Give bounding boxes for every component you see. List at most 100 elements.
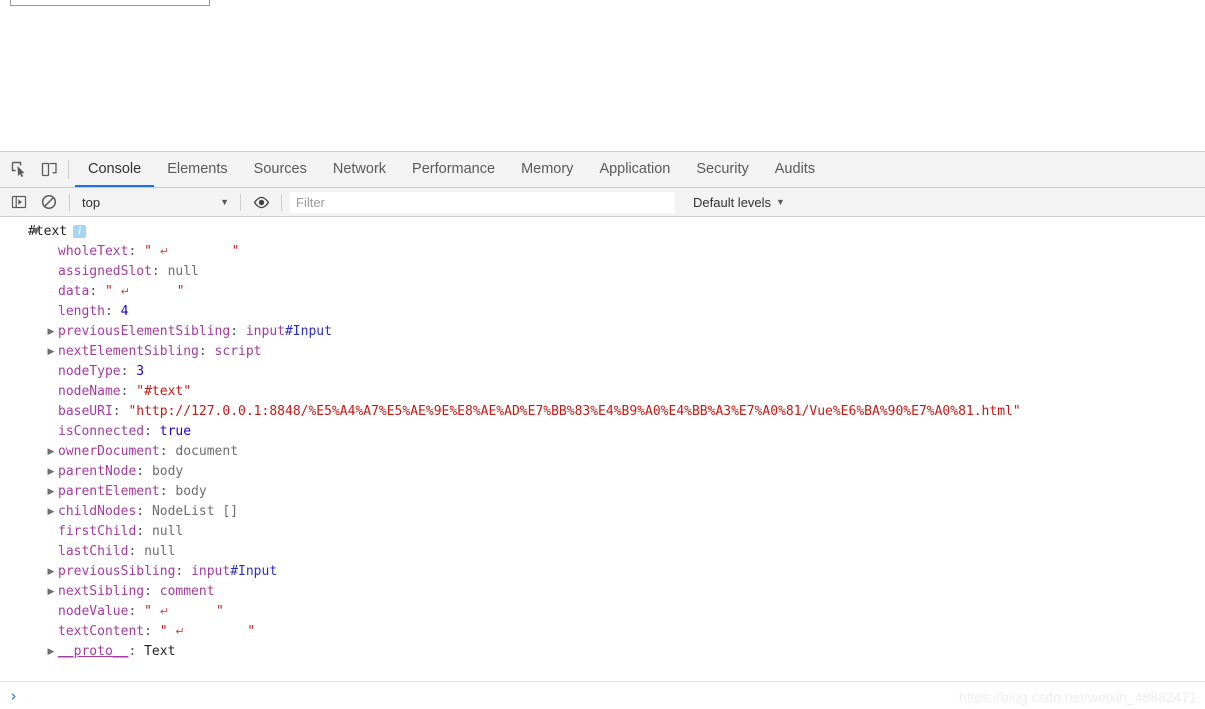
property-key: nextElementSibling [58, 344, 199, 359]
page-text-input[interactable] [10, 0, 210, 6]
execution-context-selector[interactable]: top ▼ [75, 192, 235, 213]
property-key: previousElementSibling [58, 324, 231, 339]
console-property-row[interactable]: data: " ↵ " [0, 282, 1205, 302]
expand-arrow-icon[interactable]: ▶ [45, 562, 57, 582]
property-separator: : [159, 444, 176, 459]
property-key: baseURI [58, 404, 113, 419]
console-property-row[interactable]: ▶ previousSibling: input#Input [0, 562, 1205, 582]
property-separator: : [112, 404, 129, 419]
newline-glyph-icon: ↵ [120, 285, 130, 298]
expand-arrow-icon[interactable]: ▶ [45, 322, 57, 342]
string-close: " [184, 624, 256, 639]
string-close: " [168, 244, 240, 259]
console-property-row[interactable]: ▶ previousElementSibling: input#Input [0, 322, 1205, 342]
property-value[interactable]: comment [160, 584, 215, 599]
property-value: null [151, 524, 184, 539]
expand-arrow-icon[interactable]: ▶ [45, 482, 57, 502]
console-property-row[interactable]: nodeName: "#text" [0, 382, 1205, 402]
expand-arrow-icon[interactable]: ▶ [45, 642, 57, 662]
console-property-row[interactable]: firstChild: null [0, 522, 1205, 542]
tab-elements[interactable]: Elements [154, 152, 240, 187]
property-separator: : [128, 244, 145, 259]
console-prompt-row[interactable]: › [0, 681, 1205, 709]
tab-performance[interactable]: Performance [399, 152, 508, 187]
newline-glyph-icon: ↵ [175, 625, 185, 638]
console-prompt-input[interactable] [18, 687, 1205, 704]
property-separator: : [144, 624, 160, 639]
property-separator: : [175, 564, 192, 579]
device-toolbar-icon[interactable] [34, 152, 64, 187]
console-property-row[interactable]: baseURI: "http://127.0.0.1:8848/%E5%A4%A… [0, 402, 1205, 422]
console-property-row[interactable]: ▶ parentElement: body [0, 482, 1205, 502]
string-open: " [144, 604, 160, 619]
console-property-row[interactable]: nodeValue: " ↵ " [0, 602, 1205, 622]
tab-network[interactable]: Network [320, 152, 399, 187]
console-filter-bar: top ▼ Default levels ▼ [0, 188, 1205, 217]
console-sidebar-icon[interactable] [4, 188, 34, 217]
info-icon[interactable]: i [73, 225, 87, 238]
console-property-row[interactable]: nodeType: 3 [0, 362, 1205, 382]
expand-arrow-icon[interactable]: ▼ [30, 222, 42, 242]
expand-arrow-icon[interactable]: ▶ [45, 442, 57, 462]
devtools-panel: Console Elements Sources Network Perform… [0, 151, 1205, 709]
tab-audits[interactable]: Audits [762, 152, 828, 187]
property-separator: : [128, 544, 145, 559]
tab-security[interactable]: Security [683, 152, 761, 187]
console-property-row[interactable]: assignedSlot: null [0, 262, 1205, 282]
chevron-down-icon: ▼ [220, 197, 229, 207]
console-property-row[interactable]: lastChild: null [0, 542, 1205, 562]
console-filter-input[interactable] [290, 191, 675, 213]
tab-memory[interactable]: Memory [508, 152, 586, 187]
property-key: parentNode [58, 464, 137, 479]
console-object-root[interactable]: ▼ #text i [0, 222, 1205, 242]
inspect-element-icon[interactable] [4, 152, 34, 187]
expand-arrow-icon[interactable]: ▶ [45, 462, 57, 482]
property-value[interactable]: script [215, 344, 262, 359]
property-key: parentElement [58, 484, 160, 499]
property-separator: : [144, 584, 160, 599]
property-value[interactable]: input#Input [191, 564, 277, 579]
log-levels-label: Default levels [693, 194, 772, 210]
property-value: true [159, 424, 192, 439]
log-levels-selector[interactable]: Default levels ▼ [693, 195, 785, 210]
property-value[interactable]: input#Input [246, 324, 332, 339]
console-output-area[interactable]: ▼ #text i wholeText: " ↵ " assignedSlot: nul… [0, 217, 1205, 681]
filterbar-divider-1 [69, 193, 70, 211]
toolbar-divider [68, 160, 69, 179]
property-separator: : [120, 364, 137, 379]
property-value: NodeList [] [151, 504, 239, 519]
expand-arrow-icon[interactable]: ▶ [45, 342, 57, 362]
console-property-row[interactable]: textContent: " ↵ " [0, 622, 1205, 642]
tab-application[interactable]: Application [586, 152, 683, 187]
console-property-row[interactable]: wholeText: " ↵ " [0, 242, 1205, 262]
expand-arrow-icon[interactable]: ▶ [45, 582, 57, 602]
live-expression-eye-icon[interactable] [246, 188, 276, 217]
clear-console-icon[interactable] [34, 188, 64, 217]
property-separator: : [136, 524, 152, 539]
tab-sources[interactable]: Sources [241, 152, 320, 187]
expand-arrow-icon[interactable]: ▶ [45, 502, 57, 522]
console-property-row[interactable]: ▶ parentNode: body [0, 462, 1205, 482]
property-separator: : [198, 344, 215, 359]
console-property-row[interactable]: ▶ nextElementSibling: script [0, 342, 1205, 362]
property-key: __proto__ [58, 644, 129, 659]
tab-console[interactable]: Console [75, 152, 155, 187]
console-property-row[interactable]: ▶ nextSibling: comment [0, 582, 1205, 602]
string-open: " [144, 244, 160, 259]
property-key: firstChild [58, 524, 137, 539]
string-open: " [104, 284, 121, 299]
console-property-row[interactable]: ▶ __proto__: Text [0, 642, 1205, 662]
property-key: assignedSlot [58, 264, 152, 279]
property-key: nodeType [58, 364, 121, 379]
console-property-row[interactable]: isConnected: true [0, 422, 1205, 442]
property-key: textContent [58, 624, 145, 639]
console-property-row[interactable]: length: 4 [0, 302, 1205, 322]
console-property-row[interactable]: ▶ ownerDocument: document [0, 442, 1205, 462]
property-key: previousSibling [58, 564, 176, 579]
property-key: nodeName [58, 384, 121, 399]
property-value: " ↵ " [105, 284, 185, 299]
property-value[interactable]: Text [144, 644, 175, 659]
console-property-row[interactable]: ▶ childNodes: NodeList [] [0, 502, 1205, 522]
string-close: " [129, 284, 185, 299]
property-separator: : [159, 484, 176, 499]
